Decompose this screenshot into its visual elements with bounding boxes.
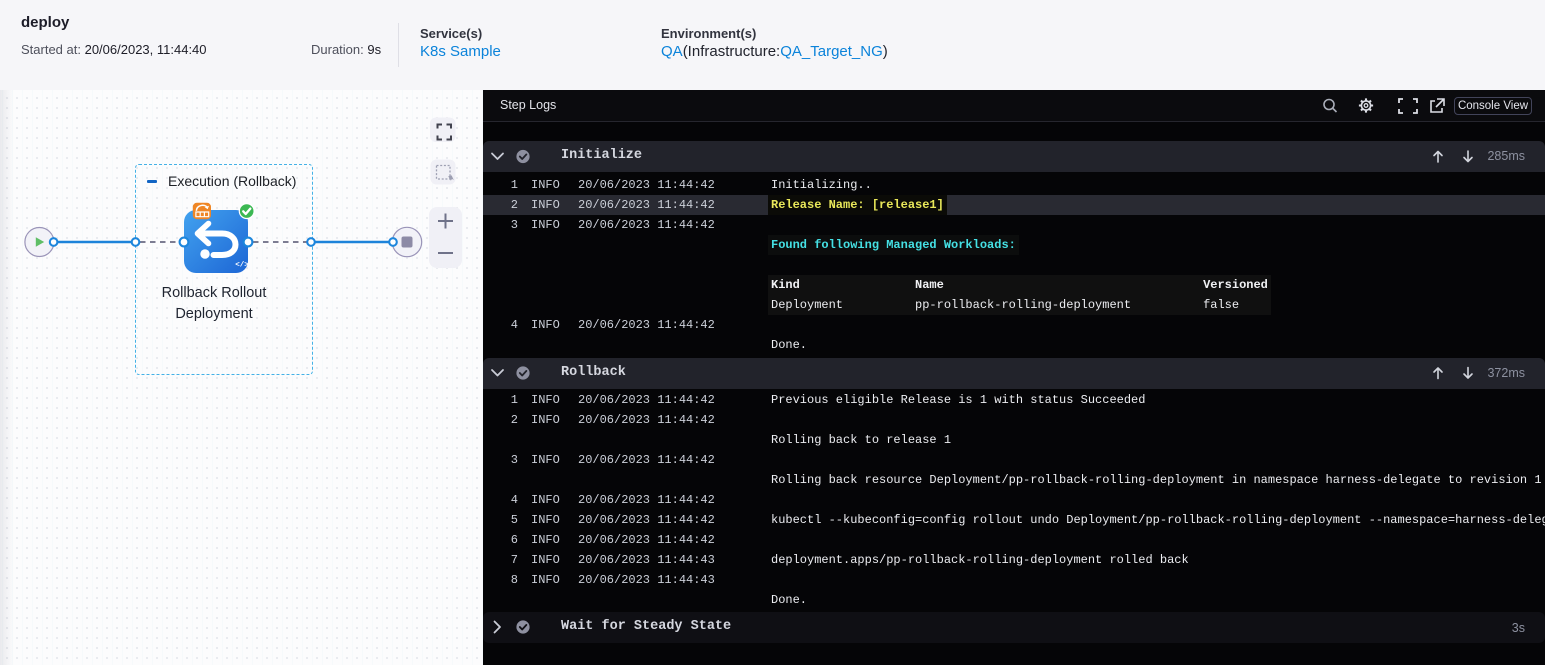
svg-text:</>: </> — [235, 262, 249, 270]
